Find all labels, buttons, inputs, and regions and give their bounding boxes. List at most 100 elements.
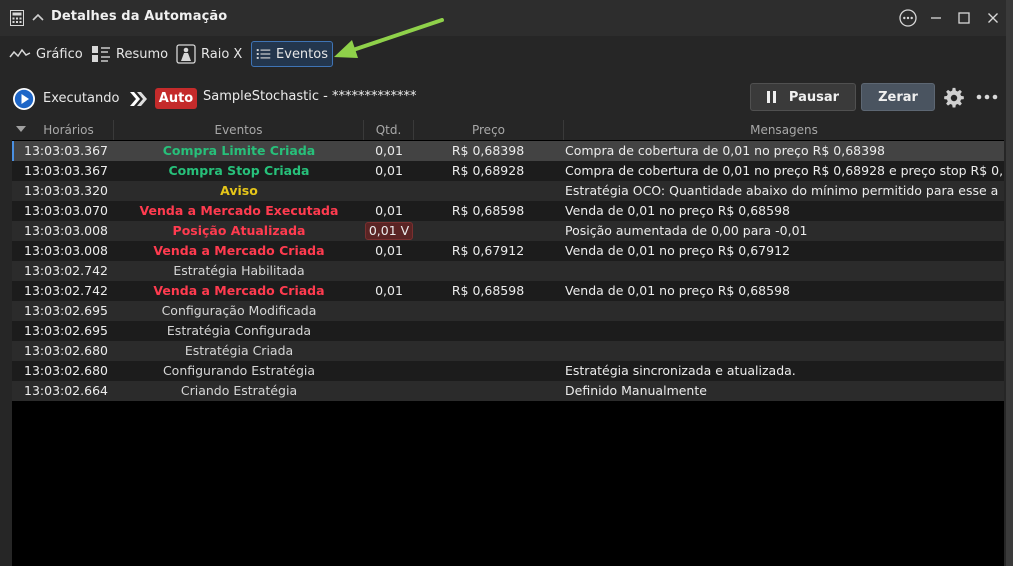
cell-time: 13:03:02.742 bbox=[24, 283, 108, 298]
cell-event: Estratégia Habilitada bbox=[173, 263, 305, 278]
gear-icon[interactable] bbox=[943, 87, 965, 109]
more-icon[interactable] bbox=[976, 94, 998, 100]
play-icon[interactable] bbox=[12, 87, 36, 111]
table-row[interactable]: 13:03:02.695 Configuração Modificada bbox=[12, 301, 1004, 321]
tab-grafico[interactable]: Gráfico bbox=[9, 41, 83, 67]
pause-button[interactable]: Pausar bbox=[750, 83, 856, 111]
cell-qty: 0,01 bbox=[375, 283, 403, 298]
maximize-icon[interactable] bbox=[954, 8, 974, 28]
events-grid: Horários Eventos Qtd. Preço Mensagens 13… bbox=[12, 120, 1004, 566]
column-header-mensagens[interactable]: Mensagens bbox=[564, 120, 1004, 140]
table-row[interactable]: 13:03:03.320 Aviso Estratégia OCO: Quantid… bbox=[12, 181, 1004, 201]
cell-time: 13:03:03.320 bbox=[24, 183, 108, 198]
reset-button[interactable]: Zerar bbox=[861, 83, 935, 111]
table-row[interactable]: 13:03:03.008 Posição Atualizada 0,01 V Posi… bbox=[12, 221, 1004, 241]
reset-label: Zerar bbox=[878, 89, 918, 105]
cell-price bbox=[414, 341, 562, 361]
strategy-name: SampleStochastic - ************* bbox=[203, 89, 417, 104]
cell-event: Configurando Estratégia bbox=[162, 363, 316, 378]
grid-rows: 13:03:03.367 Compra Limite Criada 0,01 R$ 0… bbox=[12, 141, 1004, 401]
cell-time: 13:03:03.367 bbox=[24, 163, 108, 178]
close-icon[interactable] bbox=[983, 8, 1003, 28]
cell-event: Configuração Modificada bbox=[161, 303, 317, 318]
cell-time: 13:03:02.742 bbox=[24, 263, 108, 278]
cell-time: 13:03:02.680 bbox=[24, 363, 108, 378]
table-row[interactable]: 13:03:02.680 Estratégia Criada bbox=[12, 341, 1004, 361]
table-row[interactable]: 13:03:03.070 Venda a Mercado Executada 0,0… bbox=[12, 201, 1004, 221]
cell-event: Aviso bbox=[220, 183, 258, 198]
table-row[interactable]: 13:03:02.695 Estratégia Configurada bbox=[12, 321, 1004, 341]
column-header-horarios[interactable]: Horários bbox=[12, 120, 114, 140]
cell-event: Criando Estratégia bbox=[180, 383, 298, 398]
tab-raio-x[interactable]: Raio X bbox=[176, 41, 242, 67]
table-row[interactable]: 13:03:02.664 Criando Estratégia Definido M… bbox=[12, 381, 1004, 401]
tab-label: Raio X bbox=[201, 46, 243, 62]
tab-resumo[interactable]: Resumo bbox=[92, 41, 168, 67]
list-icon bbox=[256, 49, 271, 59]
minimize-icon[interactable] bbox=[926, 8, 946, 28]
cell-event: Estratégia Criada bbox=[184, 343, 294, 358]
chevron-up-icon[interactable] bbox=[31, 11, 45, 25]
window-edge bbox=[1006, 0, 1013, 566]
cell-message: Compra de cobertura de 0,01 no preço R$ … bbox=[565, 163, 1004, 178]
table-row[interactable]: 13:03:02.742 Venda a Mercado Criada 0,01 R$… bbox=[12, 281, 1004, 301]
column-header-preco[interactable]: Preço bbox=[414, 120, 564, 140]
cell-qty: 0,01 bbox=[375, 203, 403, 218]
cell-qty: 0,01 V bbox=[364, 221, 414, 241]
cell-price: R$ 0,68398 bbox=[451, 143, 525, 158]
cell-time: 13:03:03.008 bbox=[24, 223, 108, 238]
cell-qty bbox=[364, 381, 414, 401]
cell-price: R$ 0,68598 bbox=[451, 203, 525, 218]
cell-message: Posição aumentada de 0,00 para -0,01 bbox=[565, 223, 808, 238]
column-header-eventos[interactable]: Eventos bbox=[114, 120, 364, 140]
line-chart-icon bbox=[9, 48, 31, 58]
tab-label: Resumo bbox=[116, 46, 169, 62]
cell-price: R$ 0,68598 bbox=[451, 283, 525, 298]
table-row[interactable]: 13:03:03.008 Venda a Mercado Criada 0,01 R$… bbox=[12, 241, 1004, 261]
cell-event: Venda a Mercado Executada bbox=[139, 203, 339, 218]
strategy-icon bbox=[130, 92, 147, 106]
cell-message bbox=[565, 341, 1004, 361]
cell-qty: 0,01 bbox=[375, 243, 403, 258]
cell-price bbox=[414, 381, 562, 401]
calculator-icon bbox=[10, 10, 24, 26]
cell-price bbox=[414, 221, 562, 241]
cell-message: Venda de 0,01 no preço R$ 0,68598 bbox=[565, 283, 790, 298]
cell-qty bbox=[364, 361, 414, 381]
cell-message: Definido Manualmente bbox=[565, 383, 707, 398]
cell-time: 13:03:03.070 bbox=[24, 203, 108, 218]
cell-message: Venda de 0,01 no preço R$ 0,67912 bbox=[565, 243, 790, 258]
table-row[interactable]: 13:03:03.367 Compra Stop Criada 0,01 R$ 0,6… bbox=[12, 161, 1004, 181]
table-row[interactable]: 13:03:02.680 Configurando Estratégia Estra… bbox=[12, 361, 1004, 381]
cell-event: Compra Stop Criada bbox=[168, 163, 310, 178]
table-row[interactable]: 13:03:02.742 Estratégia Habilitada bbox=[12, 261, 1004, 281]
grid-header: Horários Eventos Qtd. Preço Mensagens bbox=[12, 120, 1004, 140]
cell-time: 13:03:03.367 bbox=[24, 143, 108, 158]
cell-qty bbox=[364, 341, 414, 361]
cell-time: 13:03:03.008 bbox=[24, 243, 108, 258]
cell-message bbox=[565, 321, 1004, 341]
cell-time: 13:03:02.695 bbox=[24, 323, 108, 338]
annotation-arrow-icon bbox=[334, 18, 444, 58]
more-options-icon[interactable] bbox=[898, 8, 918, 28]
cell-message: Estratégia sincronizada e atualizada. bbox=[565, 363, 796, 378]
cell-event: Estratégia Configurada bbox=[166, 323, 312, 338]
column-header-qtd[interactable]: Qtd. bbox=[364, 120, 414, 140]
cell-message: Compra de cobertura de 0,01 no preço R$ … bbox=[565, 143, 885, 158]
cell-qty bbox=[364, 301, 414, 321]
xray-icon bbox=[176, 44, 196, 64]
table-row[interactable]: 13:03:03.367 Compra Limite Criada 0,01 R$ 0… bbox=[12, 141, 1004, 161]
summary-icon bbox=[92, 46, 110, 62]
cell-qty bbox=[364, 261, 414, 281]
auto-badge: Auto bbox=[155, 88, 197, 109]
cell-message bbox=[565, 261, 1004, 281]
cell-price: R$ 0,67912 bbox=[451, 243, 525, 258]
tab-label: Gráfico bbox=[36, 46, 83, 62]
automation-details-window: Detalhes da Automação Gráfico Resumo Rai… bbox=[0, 0, 1007, 566]
cell-price bbox=[414, 301, 562, 321]
cell-message: Venda de 0,01 no preço R$ 0,68598 bbox=[565, 203, 790, 218]
pause-label: Pausar bbox=[788, 89, 840, 105]
cell-qty bbox=[364, 321, 414, 341]
status-bar: Executando Auto SampleStochastic - *****… bbox=[0, 82, 1006, 116]
cell-time: 13:03:02.680 bbox=[24, 343, 108, 358]
